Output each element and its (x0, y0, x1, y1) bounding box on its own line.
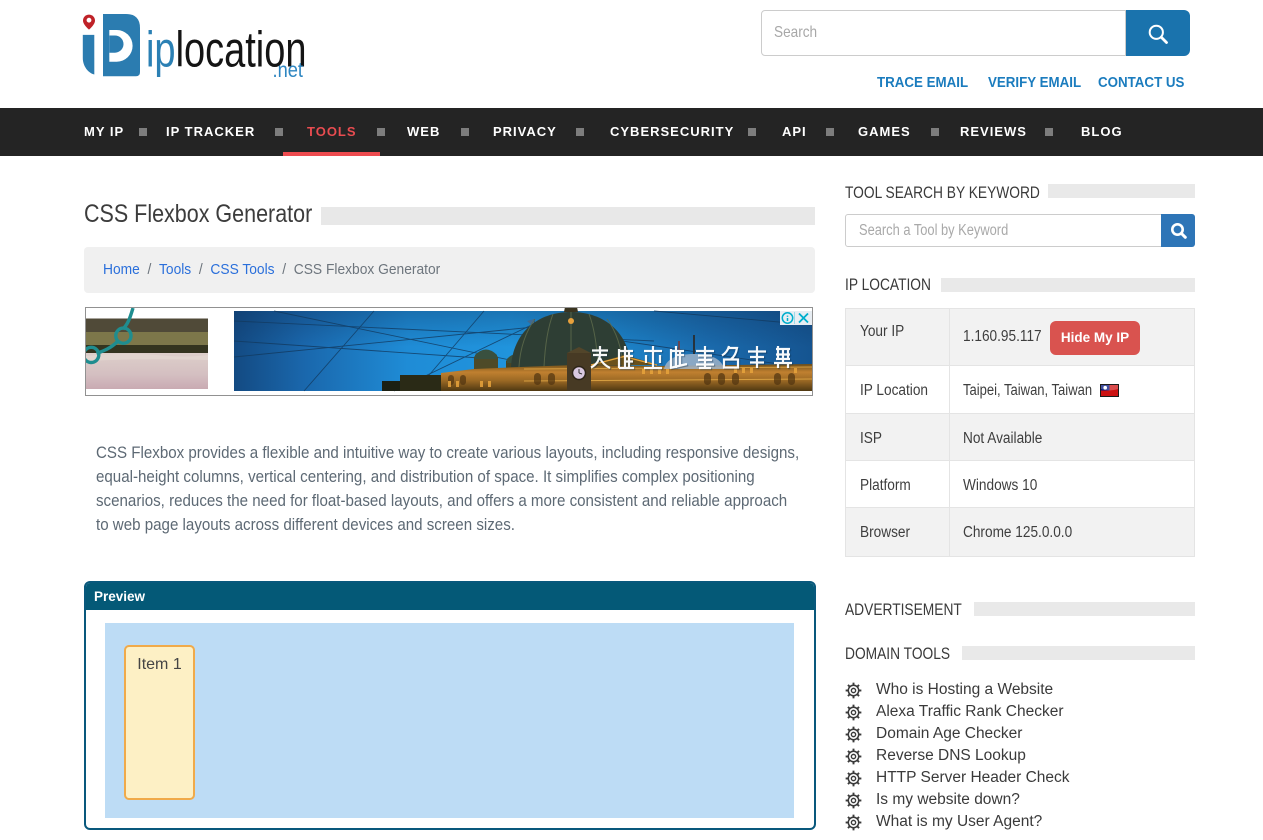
svg-text:.net: .net (273, 59, 304, 82)
